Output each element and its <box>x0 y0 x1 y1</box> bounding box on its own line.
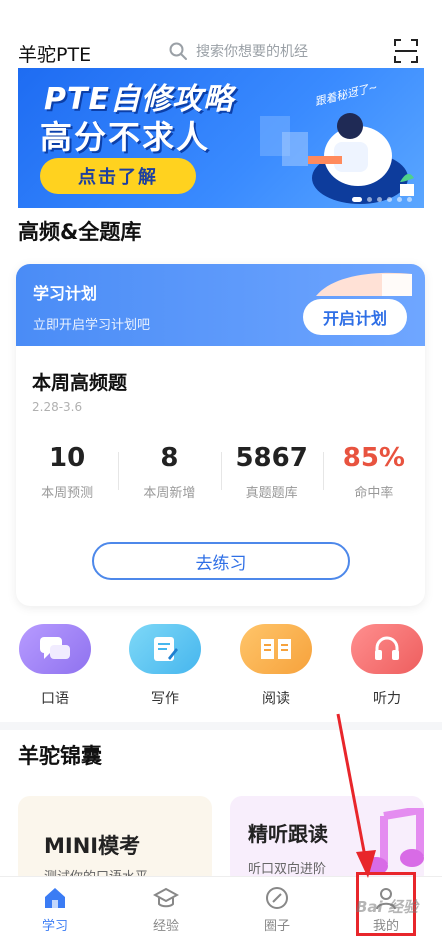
card-title: 精听跟读 <box>248 822 328 846</box>
promo-banner[interactable]: PTE自修攻略 高分不求人 点击了解 跟着秘迓了~ <box>18 68 424 208</box>
banner-cta-button[interactable]: 点击了解 <box>40 158 196 194</box>
stat-value: 8 <box>160 443 179 473</box>
weekly-title: 本周高频题 <box>32 372 128 394</box>
chat-icon <box>40 637 70 659</box>
search-icon <box>169 42 187 60</box>
book-icon <box>261 639 291 659</box>
stat-value: 85% <box>342 443 405 473</box>
nav-item-experience[interactable]: 经验 <box>136 885 196 934</box>
app-title: 羊驼PTE <box>18 44 92 66</box>
compass-icon <box>266 887 288 909</box>
header: 羊驼PTE 搜索你想要的机经 <box>0 30 442 72</box>
annotation-arrow <box>336 713 376 878</box>
stat-label: 本周预测 <box>41 486 94 501</box>
section-title-question-bank: 高频&全题库 <box>18 220 142 244</box>
stat-value: 10 <box>49 443 86 473</box>
stat-label: 命中率 <box>354 486 394 501</box>
skill-speaking[interactable]: 口语 <box>18 624 92 708</box>
skill-label: 写作 <box>151 691 179 707</box>
study-card: 学习计划 立即开启学习计划吧 开启计划 本周高频题 2.28-3.6 10 本周… <box>16 264 425 606</box>
skill-writing[interactable]: 写作 <box>128 624 202 708</box>
stat-weekly-new[interactable]: 8 本周新增 <box>118 440 220 510</box>
skill-label: 阅读 <box>262 691 290 707</box>
nav-label: 圈子 <box>263 919 290 934</box>
skill-icon-bg <box>19 624 91 674</box>
nav-item-circle[interactable]: 圈子 <box>247 885 307 934</box>
practice-button[interactable]: 去练习 <box>92 542 350 580</box>
stat-label: 本周新增 <box>143 486 196 501</box>
stat-hit-rate[interactable]: 85% 命中率 <box>322 440 425 510</box>
weekly-stats: 10 本周预测 8 本周新增 5867 真题题库 85% 命中率 <box>16 440 425 510</box>
stat-label: 真题题库 <box>245 486 298 501</box>
skill-label: 口语 <box>41 691 69 707</box>
edit-icon <box>154 637 178 661</box>
weekly-date-range: 2.28-3.6 <box>32 400 83 414</box>
section-title-treasures: 羊驼锦囊 <box>18 744 102 768</box>
watermark: Bai 经验 <box>356 898 418 916</box>
skill-reading[interactable]: 阅读 <box>239 624 313 708</box>
carousel-indicator <box>352 197 412 202</box>
headphones-icon <box>375 636 399 660</box>
skill-label: 听力 <box>373 691 401 707</box>
skill-listening[interactable]: 听力 <box>350 624 424 708</box>
nav-label: 学习 <box>41 919 68 934</box>
scan-icon[interactable] <box>393 38 419 64</box>
card-subtitle: 听口双向进阶 <box>248 862 327 877</box>
study-plan-title: 学习计划 <box>33 284 98 303</box>
graduation-cap-icon <box>153 887 179 908</box>
skill-icon-bg <box>129 624 201 674</box>
stat-weekly-predicted[interactable]: 10 本周预测 <box>16 440 118 510</box>
study-plan-strip: 学习计划 立即开启学习计划吧 开启计划 <box>16 264 425 346</box>
card-title: MINI模考 <box>44 834 141 858</box>
study-plan-subtitle: 立即开启学习计划吧 <box>33 318 151 333</box>
start-plan-button[interactable]: 开启计划 <box>303 299 407 335</box>
stat-value: 5867 <box>235 443 308 473</box>
home-icon <box>45 888 65 908</box>
nav-label: 经验 <box>152 919 179 934</box>
skill-icon-bg <box>351 624 423 674</box>
search-placeholder: 搜索你想要的机经 <box>196 44 308 60</box>
nav-item-study[interactable]: 学习 <box>25 885 85 934</box>
mini-mock-card[interactable]: MINI模考 测试你的口语水平 <box>18 796 212 886</box>
hand-illustration <box>316 272 412 296</box>
banner-headline-2: 高分不求人 <box>40 118 211 156</box>
stat-question-bank[interactable]: 5867 真题题库 <box>220 440 323 510</box>
search-bar[interactable]: 搜索你想要的机经 <box>168 38 308 64</box>
skill-shortcuts: 口语 写作 阅读 听力 <box>0 624 442 714</box>
skill-icon-bg <box>240 624 312 674</box>
